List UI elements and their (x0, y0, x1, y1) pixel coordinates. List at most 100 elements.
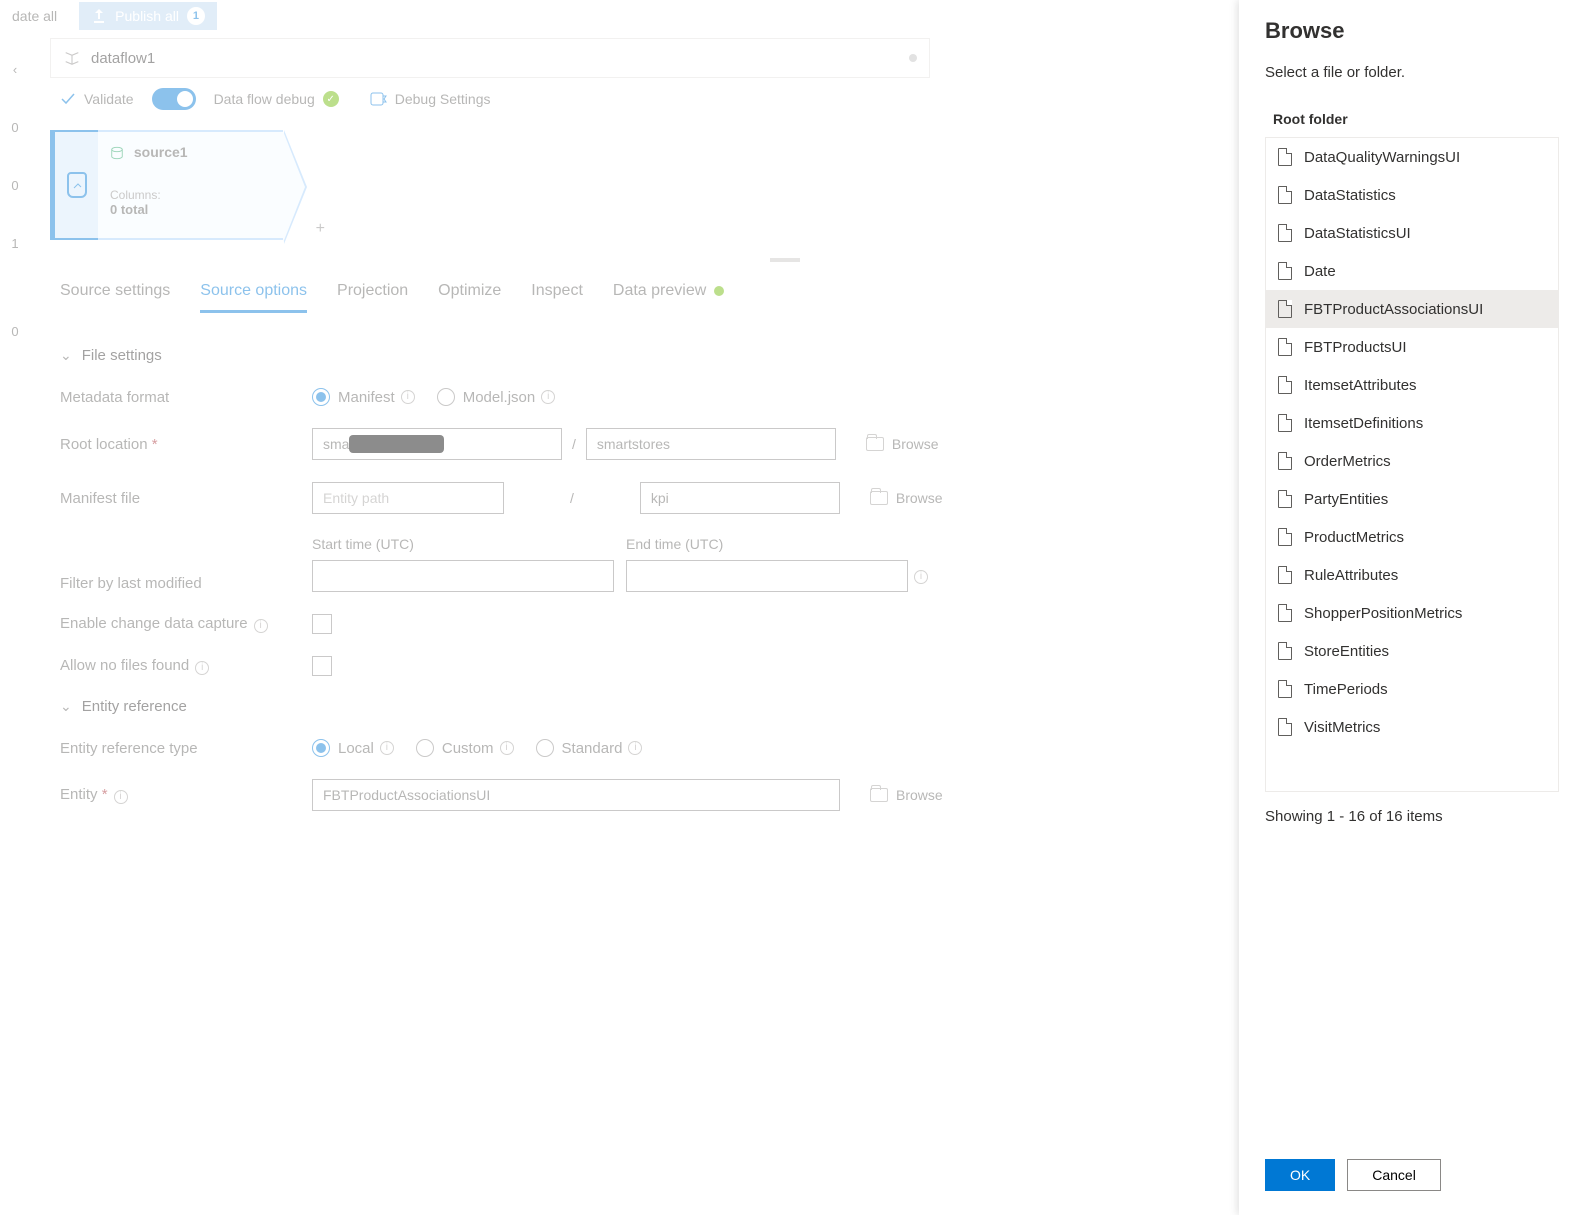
tab-source-settings[interactable]: Source settings (60, 282, 170, 313)
info-icon[interactable]: i (628, 741, 642, 755)
radio-standard[interactable]: Standardi (536, 739, 643, 757)
check-icon (60, 91, 76, 107)
rail-count-0c[interactable]: 0 (0, 312, 28, 350)
file-item[interactable]: TimePeriods (1266, 670, 1558, 708)
tab-optimize[interactable]: Optimize (438, 282, 501, 313)
allow-no-files-checkbox[interactable] (312, 656, 332, 676)
publish-all-label: Publish all (115, 8, 179, 24)
entity-input[interactable] (312, 779, 840, 811)
rail-count-0b[interactable]: 0 (0, 166, 28, 204)
source-node[interactable]: source1 Columns: 0 total + (98, 130, 283, 240)
entity-label: Entity *i (60, 786, 312, 804)
file-item[interactable]: FBTProductsUI (1266, 328, 1558, 366)
info-icon[interactable]: i (500, 741, 514, 755)
root-folder-input[interactable] (586, 428, 836, 460)
file-item[interactable]: Date (1266, 252, 1558, 290)
file-item[interactable]: DataQualityWarningsUI (1266, 138, 1558, 176)
start-time-input[interactable] (312, 560, 614, 592)
tab-data-preview[interactable]: Data preview (613, 282, 724, 313)
tab-unsaved-indicator[interactable] (909, 54, 917, 62)
manifest-name-input[interactable] (640, 482, 840, 514)
debug-status-icon: ✓ (323, 91, 339, 107)
info-icon[interactable]: i (254, 619, 268, 633)
tab-inspect[interactable]: Inspect (531, 282, 583, 313)
rail-chevron[interactable]: ‹ (0, 50, 28, 88)
item-count: Showing 1 - 16 of 16 items (1265, 808, 1559, 825)
path-separator: / (572, 436, 576, 452)
panel-subtitle: Select a file or folder. (1265, 64, 1559, 81)
info-icon[interactable]: i (914, 570, 928, 584)
file-item[interactable]: VisitMetrics (1266, 708, 1558, 746)
end-time-input[interactable] (626, 560, 908, 592)
info-icon[interactable]: i (114, 790, 128, 804)
file-icon (1278, 604, 1292, 622)
validate-all-button[interactable]: date all (0, 4, 69, 28)
breadcrumb[interactable]: Root folder (1273, 111, 1559, 127)
rail-count-1[interactable]: 1 (0, 224, 28, 262)
file-list: DataQualityWarningsUI DataStatistics DataS… (1265, 137, 1559, 792)
chevron-down-icon: ⌄ (60, 698, 72, 715)
radio-custom[interactable]: Customi (416, 739, 514, 757)
validate-label: Validate (84, 91, 134, 107)
file-item[interactable]: DataStatistics (1266, 176, 1558, 214)
file-item[interactable]: ProductMetrics (1266, 518, 1558, 556)
start-time-label: Start time (UTC) (312, 536, 614, 552)
file-item[interactable]: RuleAttributes (1266, 556, 1558, 594)
browse-root-button[interactable]: Browse (866, 436, 939, 452)
cancel-button[interactable]: Cancel (1347, 1159, 1441, 1191)
tab-name[interactable]: dataflow1 (91, 50, 155, 67)
file-item[interactable]: FBTProductAssociationsUI (1266, 290, 1558, 328)
file-item[interactable]: OrderMetrics (1266, 442, 1558, 480)
root-container-input[interactable]: sma (312, 428, 562, 460)
radio-local[interactable]: Locali (312, 739, 394, 757)
file-item[interactable]: StoreEntities (1266, 632, 1558, 670)
info-icon[interactable]: i (541, 390, 555, 404)
rail-count-0a[interactable]: 0 (0, 108, 28, 146)
folder-icon (866, 437, 884, 451)
debug-toggle[interactable] (152, 88, 196, 110)
file-icon (1278, 680, 1292, 698)
file-item[interactable]: ItemsetAttributes (1266, 366, 1558, 404)
file-icon (1278, 148, 1292, 166)
file-icon (1278, 528, 1292, 546)
entity-path-input[interactable] (312, 482, 504, 514)
file-icon (1278, 414, 1292, 432)
file-icon (1278, 224, 1292, 242)
info-icon[interactable]: i (401, 390, 415, 404)
file-name: DataStatistics (1304, 187, 1396, 204)
allow-no-files-label: Allow no files foundi (60, 657, 312, 675)
info-icon[interactable]: i (195, 661, 209, 675)
radio-icon (536, 739, 554, 757)
source-icon (110, 146, 124, 160)
info-icon[interactable]: i (380, 741, 394, 755)
browse-entity-button[interactable]: Browse (870, 787, 943, 803)
file-item[interactable]: PartyEntities (1266, 480, 1558, 518)
file-item[interactable]: ShopperPositionMetrics (1266, 594, 1558, 632)
browse-panel: Browse Select a file or folder. Root fol… (1239, 0, 1569, 1215)
add-node-button[interactable]: + (316, 220, 325, 238)
tab-source-options[interactable]: Source options (200, 282, 307, 313)
redacted-text (349, 435, 444, 453)
node-columns-total: 0 total (110, 202, 271, 217)
file-icon (1278, 376, 1292, 394)
path-separator: / (570, 490, 574, 506)
radio-manifest[interactable]: Manifesti (312, 388, 415, 406)
file-name: StoreEntities (1304, 643, 1389, 660)
cdc-checkbox[interactable] (312, 614, 332, 634)
browse-manifest-button[interactable]: Browse (870, 490, 943, 506)
source-db-block[interactable] (50, 130, 98, 240)
publish-all-button[interactable]: Publish all 1 (79, 2, 217, 30)
file-item[interactable]: DataStatisticsUI (1266, 214, 1558, 252)
reftype-label: Entity reference type (60, 740, 312, 757)
debug-settings-button[interactable]: Debug Settings (369, 90, 491, 108)
file-name: PartyEntities (1304, 491, 1388, 508)
file-item[interactable]: ItemsetDefinitions (1266, 404, 1558, 442)
debug-label-group: Data flow debug ✓ (214, 91, 339, 107)
validate-button[interactable]: Validate (60, 91, 134, 107)
radio-icon (312, 388, 330, 406)
ok-button[interactable]: OK (1265, 1159, 1335, 1191)
tab-projection[interactable]: Projection (337, 282, 408, 313)
file-icon (1278, 642, 1292, 660)
publish-count-badge: 1 (187, 7, 205, 25)
radio-modeljson[interactable]: Model.jsoni (437, 388, 556, 406)
